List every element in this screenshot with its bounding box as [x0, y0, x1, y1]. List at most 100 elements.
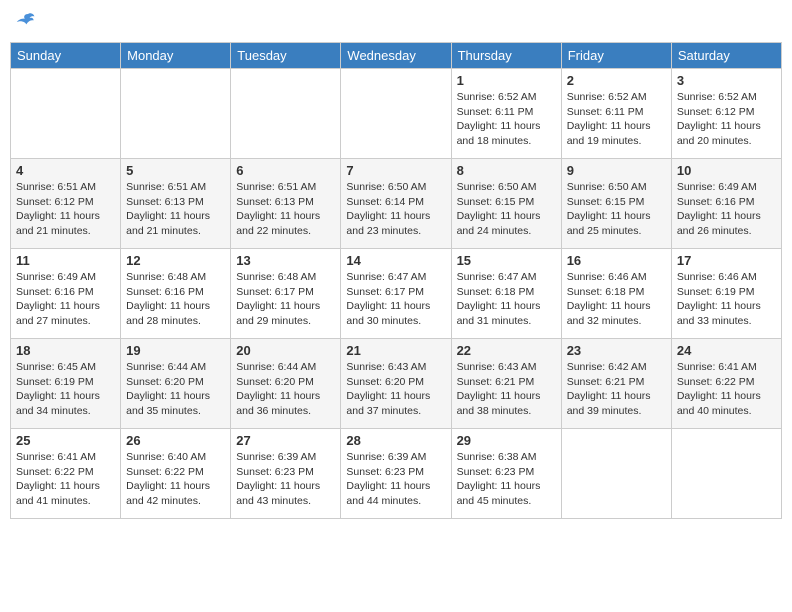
calendar-cell: 3 Sunrise: 6:52 AM Sunset: 6:12 PM Daylig… — [671, 69, 781, 159]
day-info: Sunrise: 6:45 AM Sunset: 6:19 PM Dayligh… — [16, 361, 100, 417]
calendar-cell: 22 Sunrise: 6:43 AM Sunset: 6:21 PM Dayli… — [451, 339, 561, 429]
day-info: Sunrise: 6:51 AM Sunset: 6:12 PM Dayligh… — [16, 181, 100, 237]
page-header — [10, 10, 782, 34]
calendar-week-row: 11 Sunrise: 6:49 AM Sunset: 6:16 PM Dayli… — [11, 249, 782, 339]
calendar-header-sunday: Sunday — [11, 43, 121, 69]
day-number: 12 — [126, 253, 225, 268]
calendar-week-row: 4 Sunrise: 6:51 AM Sunset: 6:12 PM Daylig… — [11, 159, 782, 249]
calendar-cell: 18 Sunrise: 6:45 AM Sunset: 6:19 PM Dayli… — [11, 339, 121, 429]
day-number: 4 — [16, 163, 115, 178]
logo — [10, 10, 36, 34]
day-info: Sunrise: 6:48 AM Sunset: 6:17 PM Dayligh… — [236, 271, 320, 327]
day-number: 23 — [567, 343, 666, 358]
day-number: 29 — [457, 433, 556, 448]
day-number: 7 — [346, 163, 445, 178]
day-info: Sunrise: 6:46 AM Sunset: 6:19 PM Dayligh… — [677, 271, 761, 327]
calendar-cell: 2 Sunrise: 6:52 AM Sunset: 6:11 PM Daylig… — [561, 69, 671, 159]
calendar-cell: 25 Sunrise: 6:41 AM Sunset: 6:22 PM Dayli… — [11, 429, 121, 519]
calendar-header-wednesday: Wednesday — [341, 43, 451, 69]
day-info: Sunrise: 6:39 AM Sunset: 6:23 PM Dayligh… — [346, 451, 430, 507]
day-info: Sunrise: 6:52 AM Sunset: 6:11 PM Dayligh… — [457, 91, 541, 147]
day-info: Sunrise: 6:44 AM Sunset: 6:20 PM Dayligh… — [126, 361, 210, 417]
day-number: 9 — [567, 163, 666, 178]
calendar-week-row: 1 Sunrise: 6:52 AM Sunset: 6:11 PM Daylig… — [11, 69, 782, 159]
day-info: Sunrise: 6:50 AM Sunset: 6:15 PM Dayligh… — [457, 181, 541, 237]
calendar-header-tuesday: Tuesday — [231, 43, 341, 69]
day-number: 16 — [567, 253, 666, 268]
calendar-cell: 13 Sunrise: 6:48 AM Sunset: 6:17 PM Dayli… — [231, 249, 341, 339]
calendar-cell: 19 Sunrise: 6:44 AM Sunset: 6:20 PM Dayli… — [121, 339, 231, 429]
calendar-cell: 16 Sunrise: 6:46 AM Sunset: 6:18 PM Dayli… — [561, 249, 671, 339]
calendar-cell: 8Sunrise: 6:50 AM Sunset: 6:15 PM Daylig… — [451, 159, 561, 249]
day-number: 13 — [236, 253, 335, 268]
calendar-table: SundayMondayTuesdayWednesdayThursdayFrid… — [10, 42, 782, 519]
day-number: 20 — [236, 343, 335, 358]
calendar-week-row: 18 Sunrise: 6:45 AM Sunset: 6:19 PM Dayli… — [11, 339, 782, 429]
day-number: 15 — [457, 253, 556, 268]
calendar-cell: 23 Sunrise: 6:42 AM Sunset: 6:21 PM Dayli… — [561, 339, 671, 429]
calendar-cell: 27 Sunrise: 6:39 AM Sunset: 6:23 PM Dayli… — [231, 429, 341, 519]
day-number: 3 — [677, 73, 776, 88]
calendar-cell: 7 Sunrise: 6:50 AM Sunset: 6:14 PM Daylig… — [341, 159, 451, 249]
calendar-header-saturday: Saturday — [671, 43, 781, 69]
calendar-cell — [341, 69, 451, 159]
day-info: Sunrise: 6:49 AM Sunset: 6:16 PM Dayligh… — [16, 271, 100, 327]
day-number: 28 — [346, 433, 445, 448]
day-info: Sunrise: 6:46 AM Sunset: 6:18 PM Dayligh… — [567, 271, 651, 327]
day-info: Sunrise: 6:50 AM Sunset: 6:14 PM Dayligh… — [346, 181, 430, 237]
day-info: Sunrise: 6:52 AM Sunset: 6:12 PM Dayligh… — [677, 91, 761, 147]
day-info: Sunrise: 6:39 AM Sunset: 6:23 PM Dayligh… — [236, 451, 320, 507]
calendar-cell: 1 Sunrise: 6:52 AM Sunset: 6:11 PM Daylig… — [451, 69, 561, 159]
calendar-header-monday: Monday — [121, 43, 231, 69]
calendar-header-row: SundayMondayTuesdayWednesdayThursdayFrid… — [11, 43, 782, 69]
day-number: 5 — [126, 163, 225, 178]
logo-bird-icon — [12, 10, 36, 34]
day-info: Sunrise: 6:38 AM Sunset: 6:23 PM Dayligh… — [457, 451, 541, 507]
calendar-cell: 20Sunrise: 6:44 AM Sunset: 6:20 PM Dayli… — [231, 339, 341, 429]
day-info: Sunrise: 6:50 AM Sunset: 6:15 PM Dayligh… — [567, 181, 651, 237]
calendar-cell — [121, 69, 231, 159]
calendar-cell — [671, 429, 781, 519]
calendar-cell: 11 Sunrise: 6:49 AM Sunset: 6:16 PM Dayli… — [11, 249, 121, 339]
day-number: 1 — [457, 73, 556, 88]
day-info: Sunrise: 6:52 AM Sunset: 6:11 PM Dayligh… — [567, 91, 651, 147]
day-info: Sunrise: 6:51 AM Sunset: 6:13 PM Dayligh… — [126, 181, 210, 237]
calendar-cell: 26Sunrise: 6:40 AM Sunset: 6:22 PM Dayli… — [121, 429, 231, 519]
calendar-cell: 4 Sunrise: 6:51 AM Sunset: 6:12 PM Daylig… — [11, 159, 121, 249]
day-info: Sunrise: 6:43 AM Sunset: 6:20 PM Dayligh… — [346, 361, 430, 417]
calendar-cell: 10Sunrise: 6:49 AM Sunset: 6:16 PM Dayli… — [671, 159, 781, 249]
day-info: Sunrise: 6:42 AM Sunset: 6:21 PM Dayligh… — [567, 361, 651, 417]
calendar-cell: 21Sunrise: 6:43 AM Sunset: 6:20 PM Dayli… — [341, 339, 451, 429]
day-number: 2 — [567, 73, 666, 88]
day-number: 19 — [126, 343, 225, 358]
calendar-cell: 5 Sunrise: 6:51 AM Sunset: 6:13 PM Daylig… — [121, 159, 231, 249]
calendar-cell: 15 Sunrise: 6:47 AM Sunset: 6:18 PM Dayli… — [451, 249, 561, 339]
day-info: Sunrise: 6:49 AM Sunset: 6:16 PM Dayligh… — [677, 181, 761, 237]
day-info: Sunrise: 6:48 AM Sunset: 6:16 PM Dayligh… — [126, 271, 210, 327]
calendar-cell — [11, 69, 121, 159]
day-number: 24 — [677, 343, 776, 358]
day-info: Sunrise: 6:41 AM Sunset: 6:22 PM Dayligh… — [677, 361, 761, 417]
day-number: 18 — [16, 343, 115, 358]
calendar-cell: 9 Sunrise: 6:50 AM Sunset: 6:15 PM Daylig… — [561, 159, 671, 249]
day-number: 22 — [457, 343, 556, 358]
calendar-cell: 14 Sunrise: 6:47 AM Sunset: 6:17 PM Dayli… — [341, 249, 451, 339]
calendar-cell: 12 Sunrise: 6:48 AM Sunset: 6:16 PM Dayli… — [121, 249, 231, 339]
day-number: 27 — [236, 433, 335, 448]
calendar-cell — [231, 69, 341, 159]
calendar-header-thursday: Thursday — [451, 43, 561, 69]
calendar-cell: 28 Sunrise: 6:39 AM Sunset: 6:23 PM Dayli… — [341, 429, 451, 519]
day-number: 14 — [346, 253, 445, 268]
day-info: Sunrise: 6:43 AM Sunset: 6:21 PM Dayligh… — [457, 361, 541, 417]
day-info: Sunrise: 6:47 AM Sunset: 6:17 PM Dayligh… — [346, 271, 430, 327]
day-info: Sunrise: 6:47 AM Sunset: 6:18 PM Dayligh… — [457, 271, 541, 327]
calendar-cell — [561, 429, 671, 519]
day-info: Sunrise: 6:51 AM Sunset: 6:13 PM Dayligh… — [236, 181, 320, 237]
day-number: 25 — [16, 433, 115, 448]
calendar-cell: 29 Sunrise: 6:38 AM Sunset: 6:23 PM Dayli… — [451, 429, 561, 519]
day-number: 11 — [16, 253, 115, 268]
day-info: Sunrise: 6:41 AM Sunset: 6:22 PM Dayligh… — [16, 451, 100, 507]
calendar-cell: 24 Sunrise: 6:41 AM Sunset: 6:22 PM Dayli… — [671, 339, 781, 429]
calendar-header-friday: Friday — [561, 43, 671, 69]
day-number: 26 — [126, 433, 225, 448]
